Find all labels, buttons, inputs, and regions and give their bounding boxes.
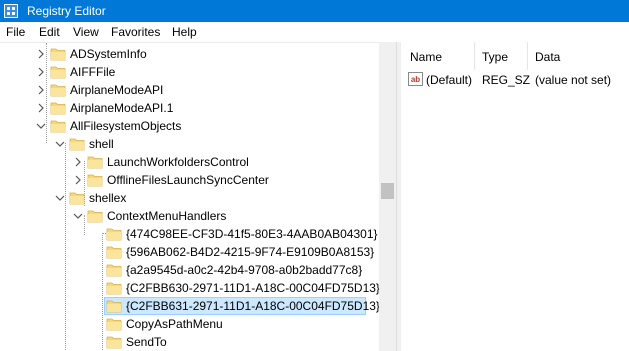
tree-item-label: shellex	[89, 191, 127, 205]
tree-item-label: AirplaneModeAPI	[70, 83, 164, 97]
folder-icon	[69, 192, 85, 205]
tree-vertical-scrollbar[interactable]	[379, 42, 396, 351]
menu-file[interactable]: File	[6, 25, 25, 39]
menu-favorites[interactable]: Favorites	[111, 25, 160, 39]
column-header-data[interactable]: Data	[535, 50, 560, 64]
folder-icon	[106, 318, 122, 331]
tree-item[interactable]: SendTo	[0, 333, 379, 351]
tree-item-label: {a2a9545d-a0c2-42b4-9708-a0b2badd77c8}	[126, 263, 363, 277]
folder-icon	[106, 264, 122, 277]
chevron-right-icon[interactable]	[36, 103, 46, 113]
folder-icon	[106, 282, 122, 295]
tree-item[interactable]: AirplaneModeAPI.1	[0, 99, 379, 117]
menu-view[interactable]: View	[73, 25, 99, 39]
tree-item-label: SendTo	[126, 335, 167, 349]
folder-icon	[106, 228, 122, 241]
tree-item[interactable]: CopyAsPathMenu	[0, 315, 379, 333]
chevron-right-icon[interactable]	[73, 157, 83, 167]
window-title: Registry Editor	[27, 4, 106, 18]
tree-item[interactable]: LaunchWorkfoldersControl	[0, 153, 379, 171]
tree-item-label: {C2FBB631-2971-11D1-A18C-00C04FD75D13}	[126, 299, 380, 313]
column-header-type[interactable]: Type	[482, 50, 508, 64]
tree-item-label: {C2FBB630-2971-11D1-A18C-00C04FD75D13}	[126, 281, 380, 295]
tree-item[interactable]: {596AB062-B4D2-4215-9F74-E9109B0A8153}	[0, 243, 379, 261]
tree-item-label: {474C98EE-CF3D-41f5-80E3-4AAB0AB04301}	[126, 227, 378, 241]
menu-bar: File Edit View Favorites Help	[0, 22, 629, 42]
chevron-down-icon[interactable]	[55, 193, 65, 203]
folder-icon	[50, 48, 66, 61]
string-value-icon: ab	[408, 72, 423, 86]
tree-item[interactable]: ADSystemInfo	[0, 45, 379, 63]
value-row[interactable]: ab (Default) REG_SZ (value not set)	[401, 72, 629, 90]
tree-item-label: OfflineFilesLaunchSyncCenter	[107, 173, 269, 187]
menu-help[interactable]: Help	[172, 25, 197, 39]
folder-icon	[87, 210, 103, 223]
tree-item-label: ContextMenuHandlers	[107, 209, 227, 223]
registry-key-tree[interactable]: ADSystemInfo AIFFFile AirplaneModeAPI Airpl…	[0, 42, 396, 351]
menu-edit[interactable]: Edit	[39, 25, 60, 39]
tree-item-label: LaunchWorkfoldersControl	[107, 155, 249, 169]
chevron-right-icon[interactable]	[73, 175, 83, 185]
column-header-name[interactable]: Name	[410, 50, 442, 64]
folder-icon	[106, 300, 122, 313]
tree-item[interactable]: ContextMenuHandlers	[0, 207, 379, 225]
tree-item[interactable]: AirplaneModeAPI	[0, 81, 379, 99]
chevron-right-icon[interactable]	[36, 85, 46, 95]
tree-item[interactable]: AllFilesystemObjects	[0, 117, 379, 135]
tree-item[interactable]: shell	[0, 135, 379, 153]
column-divider[interactable]	[527, 42, 528, 70]
registry-editor-icon	[4, 4, 18, 18]
folder-icon	[106, 246, 122, 259]
chevron-right-icon[interactable]	[36, 67, 46, 77]
folder-icon	[50, 102, 66, 115]
scrollbar-thumb[interactable]	[381, 183, 394, 199]
column-divider[interactable]	[474, 42, 475, 70]
list-header: Name Type Data	[401, 42, 629, 70]
chevron-right-icon[interactable]	[36, 49, 46, 59]
value-type: REG_SZ	[482, 73, 531, 87]
folder-icon	[87, 156, 103, 169]
svg-text:ab: ab	[411, 75, 420, 84]
registry-values-list[interactable]: Name Type Data ab (Default) REG_SZ (valu…	[401, 42, 629, 351]
folder-icon	[50, 84, 66, 97]
folder-icon	[106, 336, 122, 349]
chevron-down-icon[interactable]	[55, 139, 65, 149]
tree-item[interactable]: {474C98EE-CF3D-41f5-80E3-4AAB0AB04301}	[0, 225, 379, 243]
tree-item[interactable]: AIFFFile	[0, 63, 379, 81]
value-name: (Default)	[426, 73, 473, 87]
chevron-down-icon[interactable]	[36, 121, 46, 131]
chevron-down-icon[interactable]	[73, 211, 83, 221]
tree-item[interactable]: OfflineFilesLaunchSyncCenter	[0, 171, 379, 189]
tree-item-label: AIFFFile	[70, 65, 116, 79]
title-bar: Registry Editor	[0, 0, 629, 22]
value-data: (value not set)	[535, 73, 612, 87]
folder-icon	[50, 66, 66, 79]
tree-item-label: ADSystemInfo	[70, 47, 147, 61]
folder-icon	[87, 174, 103, 187]
tree-item[interactable]: {a2a9545d-a0c2-42b4-9708-a0b2badd77c8}	[0, 261, 379, 279]
tree-item[interactable]: shellex	[0, 189, 379, 207]
tree-item-label: CopyAsPathMenu	[126, 317, 223, 331]
tree-item-label: AirplaneModeAPI.1	[70, 101, 174, 115]
tree-item-label: shell	[89, 137, 114, 151]
tree-item-label: AllFilesystemObjects	[70, 119, 182, 133]
tree-item[interactable]: {C2FBB630-2971-11D1-A18C-00C04FD75D13}	[0, 279, 380, 297]
folder-icon	[50, 120, 66, 133]
folder-icon	[69, 138, 85, 151]
tree-item-selected[interactable]: {C2FBB631-2971-11D1-A18C-00C04FD75D13}	[0, 297, 380, 315]
tree-item-label: {596AB062-B4D2-4215-9F74-E9109B0A8153}	[126, 245, 375, 259]
